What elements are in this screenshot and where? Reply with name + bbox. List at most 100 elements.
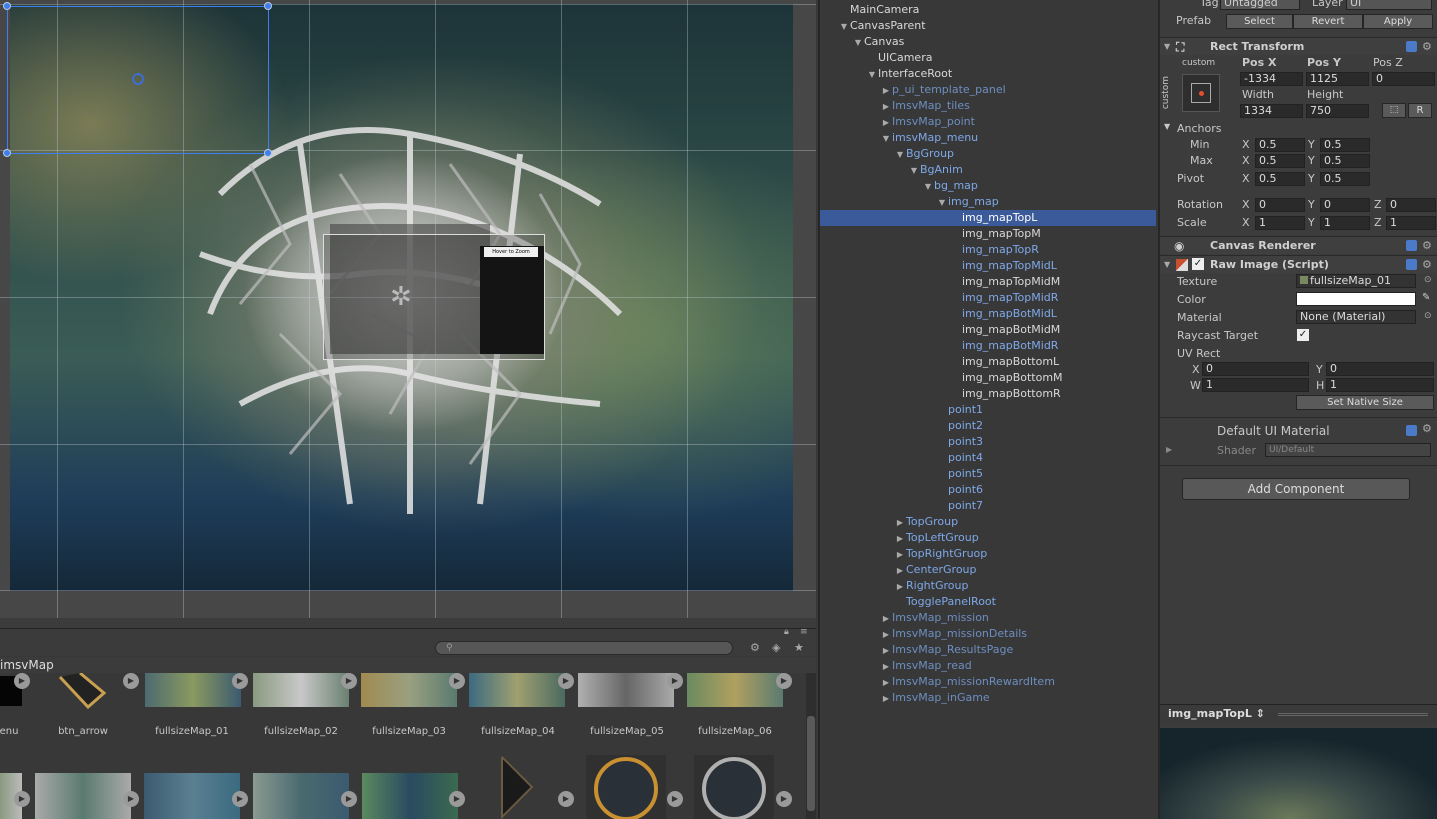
hierarchy-item[interactable]: point1 — [820, 402, 1156, 418]
asset-thumbnail[interactable] — [687, 673, 783, 707]
drag-handle[interactable] — [1278, 713, 1428, 716]
project-search-input[interactable]: ⚲ — [435, 641, 733, 655]
rect-handle[interactable] — [3, 2, 11, 10]
favorite-star-icon[interactable]: ★ — [794, 641, 804, 654]
collapsed-arrow-icon[interactable]: ▶ — [894, 579, 906, 595]
collapsed-arrow-icon[interactable]: ▶ — [880, 83, 892, 99]
rect-handle[interactable] — [264, 2, 272, 10]
filter-type-icon[interactable]: ⚙ — [750, 641, 760, 654]
asset-thumbnail[interactable] — [578, 673, 674, 707]
material-field[interactable]: None (Material) — [1296, 310, 1416, 324]
hierarchy-item[interactable]: ▶ TopLeftGroup — [820, 530, 1156, 546]
menu-icon[interactable]: ≡ — [800, 627, 808, 637]
asset-thumbnail[interactable] — [35, 773, 131, 819]
uv-h-field[interactable]: 1 — [1326, 378, 1434, 392]
collapsed-arrow-icon[interactable]: ▶ — [880, 691, 892, 707]
hierarchy-item[interactable]: ▶ TopGroup — [820, 514, 1156, 530]
collapsed-arrow-icon[interactable]: ▶ — [894, 547, 906, 563]
canvas-renderer-header[interactable]: ◉ Canvas Renderer ⚙ — [1160, 236, 1437, 254]
gear-icon[interactable]: ⚙ — [1422, 422, 1432, 435]
expanded-arrow-icon[interactable]: ▼ — [880, 131, 892, 147]
anchor-min-y-field[interactable]: 0.5 — [1320, 138, 1370, 152]
project-scroll-thumb[interactable] — [807, 716, 815, 811]
hierarchy-item[interactable]: ▶ p_ui_template_panel — [820, 82, 1156, 98]
hierarchy-item[interactable]: img_mapTopMidM — [820, 274, 1156, 290]
help-icon[interactable] — [1406, 240, 1417, 251]
eyedropper-icon[interactable]: ✎ — [1422, 292, 1430, 303]
play-icon[interactable]: ▶ — [232, 673, 248, 689]
width-field[interactable]: 1334 — [1240, 104, 1303, 118]
hierarchy-item[interactable]: img_mapTopMidL — [820, 258, 1156, 274]
hierarchy-item[interactable]: ▼ InterfaceRoot — [820, 66, 1156, 82]
arrow-asset-icon[interactable] — [58, 673, 108, 710]
hierarchy-item[interactable]: img_mapBottomR — [820, 386, 1156, 402]
raycast-checkbox[interactable]: ✓ — [1297, 329, 1309, 341]
hierarchy-item[interactable]: point4 — [820, 450, 1156, 466]
add-component-button[interactable]: Add Component — [1182, 478, 1410, 500]
asset-thumbnail[interactable] — [362, 773, 458, 819]
hierarchy-item[interactable]: ▶ ImsvMap_point — [820, 114, 1156, 130]
hierarchy-item[interactable]: ▼ img_map — [820, 194, 1156, 210]
collapsed-arrow-icon[interactable]: ▶ — [880, 611, 892, 627]
object-picker-icon[interactable]: ⊙ — [1424, 275, 1432, 285]
pivot-y-field[interactable]: 0.5 — [1320, 172, 1370, 186]
hierarchy-item[interactable]: img_mapBotMidM — [820, 322, 1156, 338]
chevron-asset-icon[interactable] — [500, 755, 536, 819]
hierarchy-item[interactable]: ▼ bg_map — [820, 178, 1156, 194]
hierarchy-item[interactable]: point6 — [820, 482, 1156, 498]
hierarchy-item[interactable]: point5 — [820, 466, 1156, 482]
hierarchy-item[interactable]: ▶ ImsvMap_read — [820, 658, 1156, 674]
anchors-foldout-icon[interactable]: ▼ — [1164, 122, 1170, 131]
play-icon[interactable]: ▶ — [14, 791, 30, 807]
ring-asset-icon[interactable] — [694, 755, 774, 819]
hierarchy-item[interactable]: img_mapTopR — [820, 242, 1156, 258]
rotation-z-field[interactable]: 0 — [1386, 198, 1436, 212]
prefab-revert-button[interactable]: Revert — [1293, 14, 1363, 29]
anchor-max-x-field[interactable]: 0.5 — [1255, 154, 1305, 168]
tag-dropdown[interactable]: Untagged — [1220, 0, 1300, 10]
shader-dropdown[interactable]: UI/Default — [1265, 443, 1431, 457]
hierarchy-item[interactable]: img_mapBotMidL — [820, 306, 1156, 322]
expanded-arrow-icon[interactable]: ▼ — [866, 67, 878, 83]
height-field[interactable]: 750 — [1306, 104, 1369, 118]
help-icon[interactable] — [1406, 41, 1417, 52]
pivot-handle[interactable] — [132, 73, 144, 85]
hierarchy-item[interactable]: ▶ CenterGroup — [820, 562, 1156, 578]
blueprint-mode-button[interactable]: ⬚ — [1382, 103, 1406, 118]
ring-asset-icon[interactable] — [586, 755, 666, 819]
collapsed-arrow-icon[interactable]: ▶ — [880, 659, 892, 675]
asset-thumbnail[interactable] — [469, 673, 565, 707]
hierarchy-item[interactable]: img_mapTopMidR — [820, 290, 1156, 306]
play-icon[interactable]: ▶ — [449, 673, 465, 689]
collapsed-arrow-icon[interactable]: ▶ — [894, 563, 906, 579]
gear-icon[interactable]: ⚙ — [1422, 237, 1432, 255]
hierarchy-item[interactable]: ▶ ImsvMap_tiles — [820, 98, 1156, 114]
play-icon[interactable]: ▶ — [667, 791, 683, 807]
play-icon[interactable]: ▶ — [449, 791, 465, 807]
play-icon[interactable]: ▶ — [341, 673, 357, 689]
rect-transform-header[interactable]: ▼ ⛶ Rect Transform ⚙ — [1160, 37, 1437, 55]
anchor-max-y-field[interactable]: 0.5 — [1320, 154, 1370, 168]
pivot-x-field[interactable]: 0.5 — [1255, 172, 1305, 186]
asset-thumbnail[interactable] — [253, 773, 349, 819]
scene-view[interactable]: ✲ Hover to Zoom — [0, 0, 816, 618]
hierarchy-item[interactable]: ▶ ImsvMap_ResultsPage — [820, 642, 1156, 658]
posz-field[interactable]: 0 — [1372, 72, 1435, 86]
anchor-min-x-field[interactable]: 0.5 — [1255, 138, 1305, 152]
foldout-arrow-icon[interactable]: ▼ — [1164, 256, 1170, 274]
hierarchy-item[interactable]: ▼ BgGroup — [820, 146, 1156, 162]
collapsed-arrow-icon[interactable]: ▶ — [880, 675, 892, 691]
raw-edit-button[interactable]: R — [1408, 103, 1432, 118]
scale-y-field[interactable]: 1 — [1320, 216, 1370, 230]
scale-z-field[interactable]: 1 — [1386, 216, 1436, 230]
hierarchy-item[interactable]: TogglePanelRoot — [820, 594, 1156, 610]
play-icon[interactable]: ▶ — [232, 791, 248, 807]
expanded-arrow-icon[interactable]: ▼ — [852, 35, 864, 51]
hierarchy-item[interactable]: ▶ TopRightGruop — [820, 546, 1156, 562]
asset-thumbnail[interactable] — [145, 673, 241, 707]
hierarchy-item[interactable]: point7 — [820, 498, 1156, 514]
gear-icon[interactable]: ⚙ — [1422, 38, 1432, 56]
play-icon[interactable]: ▶ — [341, 791, 357, 807]
foldout-arrow-icon[interactable]: ▼ — [1164, 38, 1170, 56]
play-icon[interactable]: ▶ — [558, 673, 574, 689]
